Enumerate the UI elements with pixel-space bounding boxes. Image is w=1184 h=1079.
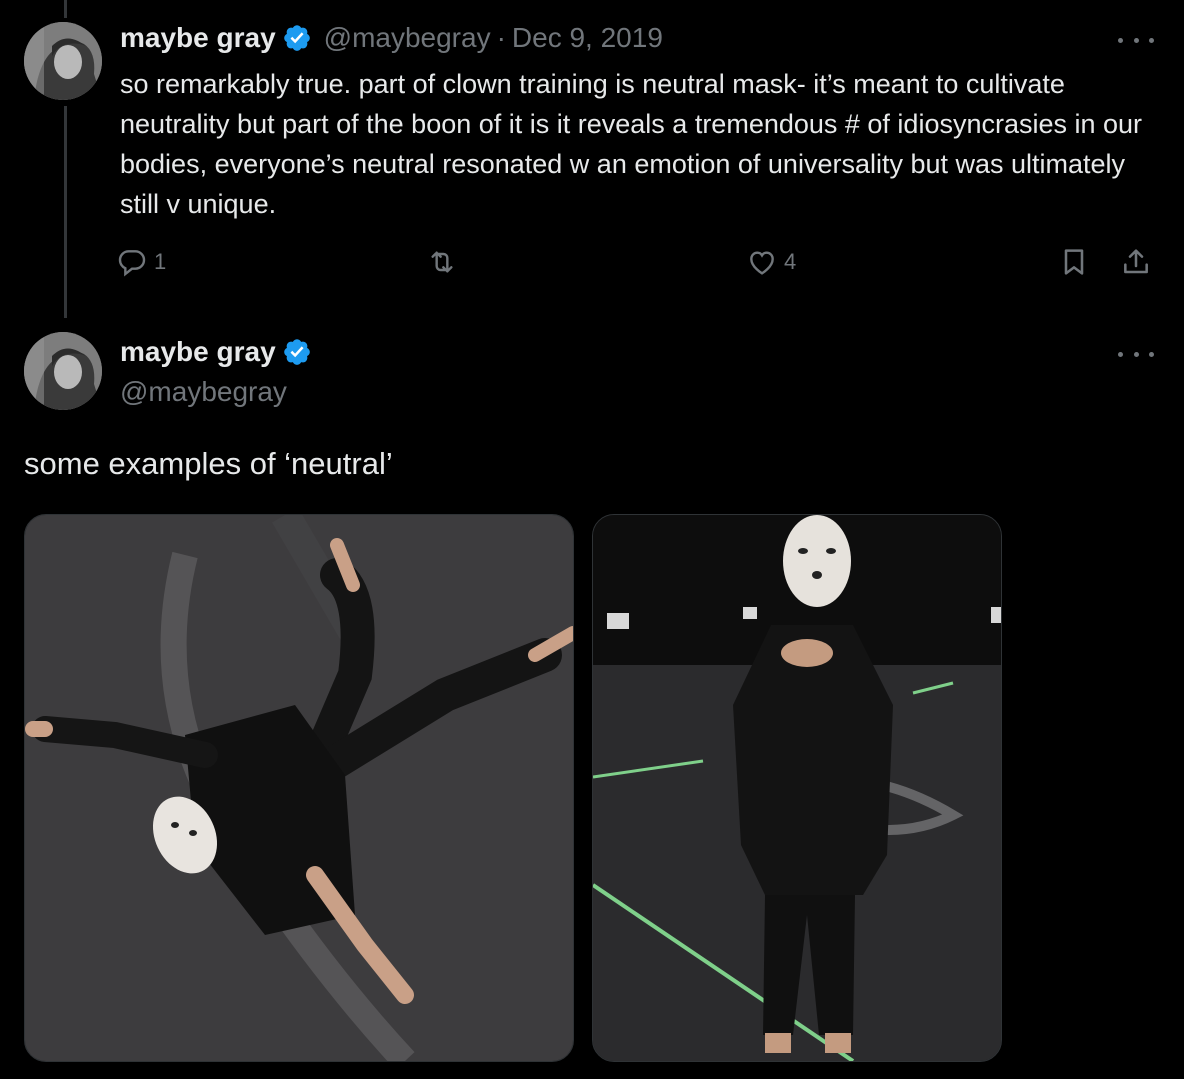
verified-badge-icon[interactable] (282, 337, 312, 367)
bookmark-button[interactable] (1058, 246, 1090, 278)
separator-dot: · (496, 22, 506, 53)
verified-badge-icon[interactable] (282, 23, 312, 53)
tweet-photo[interactable] (24, 514, 574, 1062)
bookmark-icon (1064, 249, 1084, 275)
share-icon (1124, 249, 1148, 274)
author-handle[interactable]: @maybegray (120, 376, 287, 408)
thread-connector (64, 106, 67, 318)
more-options-icon[interactable] (1118, 30, 1154, 50)
retweet-button[interactable] (426, 246, 464, 278)
tweet-text: some examples of ‘neutral’ (24, 446, 393, 481)
reply-icon (118, 250, 146, 277)
author-name[interactable]: maybe gray (120, 22, 276, 54)
tweet-header: maybe gray @maybegray · Dec 9, 2019 (120, 22, 663, 54)
tweet-header: maybe gray (120, 336, 312, 368)
avatar-photo (24, 22, 102, 100)
heart-icon (750, 251, 774, 275)
photo-standing-figure (593, 515, 1001, 1061)
tweet-text: so remarkably true. part of clown traini… (120, 69, 1143, 219)
avatar-photo (24, 332, 102, 410)
author-name[interactable]: maybe gray (120, 336, 276, 368)
avatar[interactable] (24, 332, 102, 410)
retweet-icon (431, 251, 453, 273)
tweet-date[interactable]: Dec 9, 2019 (512, 22, 663, 54)
author-handle[interactable]: @maybegray (324, 22, 491, 54)
reply-button[interactable]: 1 (116, 246, 166, 278)
thread-connector-top (64, 0, 67, 18)
avatar[interactable] (24, 22, 102, 100)
like-button[interactable]: 4 (746, 246, 796, 278)
photo-lying-figure (25, 515, 573, 1061)
reply-count: 1 (154, 249, 167, 274)
tweet-photo[interactable] (592, 514, 1002, 1062)
like-count: 4 (784, 249, 797, 274)
share-button[interactable] (1120, 246, 1152, 278)
tweet-actions: 1 4 (116, 246, 1156, 290)
more-options-icon[interactable] (1118, 344, 1154, 364)
